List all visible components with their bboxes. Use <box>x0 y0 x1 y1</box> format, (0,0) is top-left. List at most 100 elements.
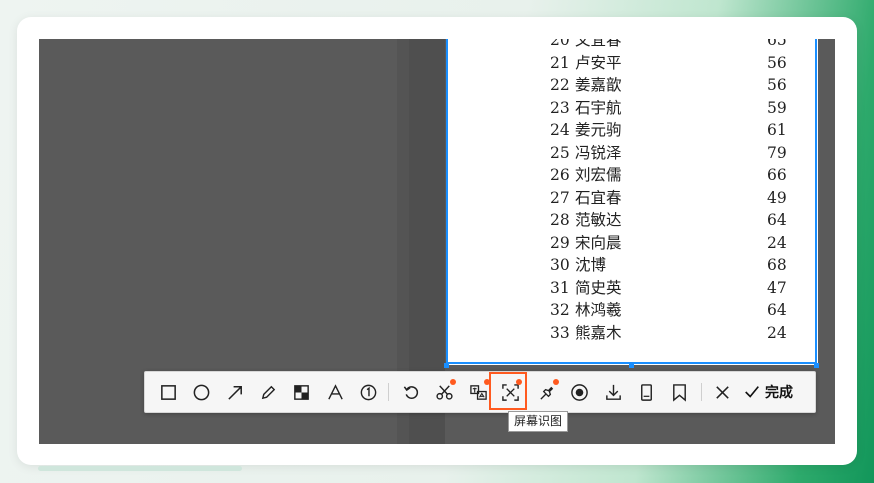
translate-button[interactable] <box>465 379 491 404</box>
translate-icon <box>469 384 487 400</box>
arrow-icon <box>227 385 242 400</box>
list-item: 30 沈博 68 <box>550 254 790 277</box>
record-icon <box>570 383 588 401</box>
ellipse-icon <box>193 384 209 400</box>
new-feature-dot <box>450 379 456 385</box>
row-score: 24 <box>767 323 787 342</box>
row-name: 姜嘉歆 <box>575 76 622 94</box>
long-screenshot-button[interactable] <box>633 380 659 404</box>
row-score: 64 <box>767 301 787 319</box>
new-feature-dot <box>516 379 522 385</box>
pin-icon <box>539 386 553 400</box>
row-score: 65 <box>767 39 787 49</box>
list-item: 23 石宇航 59 <box>550 97 790 120</box>
row-score: 59 <box>767 98 787 117</box>
row-score: 24 <box>767 233 787 252</box>
tooltip-text: 屏幕识图 <box>514 414 563 428</box>
number-marker-icon <box>360 384 376 400</box>
done-button[interactable]: 完成 <box>743 380 793 404</box>
row-score: 56 <box>767 76 787 94</box>
row-name: 宋向晨 <box>575 233 622 252</box>
screen-ocr-icon <box>501 383 519 401</box>
ellipse-tool-button[interactable] <box>188 380 214 404</box>
list-item: 27 石宜春 49 <box>550 187 790 210</box>
close-icon <box>715 385 729 399</box>
pencil-tool-button[interactable] <box>255 380 281 404</box>
row-num: 25 <box>550 143 570 162</box>
document-page: 20 文宜春 65 21 卢安平 56 22 姜嘉歆 56 23 石宇航 59 24 姜元驹 61 25 冯锐泽… <box>446 39 818 365</box>
row-score: 61 <box>767 121 787 139</box>
new-feature-dot <box>553 379 559 385</box>
list-item: 24 姜元驹 61 <box>550 119 790 142</box>
list-item: 29 宋向晨 24 <box>550 232 790 255</box>
download-button[interactable] <box>600 380 626 404</box>
selection-handle-bottom-right[interactable] <box>814 363 819 368</box>
mosaic-icon <box>293 384 309 400</box>
screen-ocr-button[interactable] <box>497 379 523 404</box>
toolbar-separator <box>388 383 389 401</box>
list-item: 22 姜嘉歆 56 <box>550 74 790 97</box>
mosaic-tool-button[interactable] <box>288 380 314 404</box>
pin-button[interactable] <box>534 379 560 404</box>
row-score: 66 <box>767 166 787 184</box>
row-name: 范敏达 <box>575 211 622 229</box>
score-list: 20 文宜春 65 21 卢安平 56 22 姜嘉歆 56 23 石宇航 59 24 姜元驹 61 25 冯锐泽… <box>550 39 790 344</box>
row-score: 68 <box>767 256 787 274</box>
arrow-tool-button[interactable] <box>222 380 248 404</box>
row-num: 29 <box>550 233 570 252</box>
row-score: 64 <box>767 211 787 229</box>
rectangle-icon <box>160 384 176 400</box>
selection-handle-bottom-left[interactable] <box>444 363 449 368</box>
screenshot-toolbar: 完成 <box>144 371 816 413</box>
row-num: 24 <box>550 121 570 139</box>
rectangle-tool-button[interactable] <box>155 380 181 404</box>
row-name: 卢安平 <box>575 53 622 72</box>
row-num: 20 <box>550 39 570 49</box>
row-num: 31 <box>550 278 570 297</box>
row-num: 27 <box>550 188 570 207</box>
download-icon <box>605 384 621 400</box>
row-name: 姜元驹 <box>575 121 622 139</box>
row-name: 石宜春 <box>575 188 622 207</box>
row-num: 32 <box>550 301 570 319</box>
long-screenshot-icon <box>640 383 652 401</box>
row-score: 47 <box>767 278 787 297</box>
checkmark-icon <box>745 386 759 398</box>
row-num: 26 <box>550 166 570 184</box>
row-num: 33 <box>550 323 570 342</box>
row-name: 石宇航 <box>575 98 622 117</box>
text-icon <box>327 383 343 399</box>
list-item: 32 林鸿羲 64 <box>550 299 790 322</box>
row-name: 刘宏儒 <box>575 166 622 184</box>
list-item: 33 熊嘉木 24 <box>550 322 790 345</box>
row-num: 22 <box>550 76 570 94</box>
row-num: 21 <box>550 53 570 72</box>
row-name: 熊嘉木 <box>575 323 622 342</box>
list-item: 20 文宜春 65 <box>550 39 790 52</box>
done-label: 完成 <box>765 385 793 401</box>
list-item: 26 刘宏儒 66 <box>550 164 790 187</box>
row-name: 简史英 <box>575 278 622 297</box>
list-item: 28 范敏达 64 <box>550 209 790 232</box>
undo-icon <box>403 385 418 399</box>
row-name: 冯锐泽 <box>575 143 622 162</box>
undo-button[interactable] <box>398 380 424 404</box>
row-name: 林鸿羲 <box>575 301 622 319</box>
cancel-button[interactable] <box>709 380 735 404</box>
scissors-button[interactable] <box>431 379 457 404</box>
row-num: 30 <box>550 256 570 274</box>
scissors-icon <box>435 384 453 400</box>
row-score: 56 <box>767 53 787 72</box>
toolbar-separator <box>701 383 702 401</box>
pencil-icon <box>261 385 275 399</box>
row-name: 沈博 <box>575 256 607 274</box>
selection-handle-bottom-middle[interactable] <box>629 363 634 368</box>
list-item: 31 简史英 47 <box>550 277 790 300</box>
list-item: 21 卢安平 56 <box>550 52 790 75</box>
tooltip: 屏幕识图 <box>508 411 569 432</box>
row-num: 23 <box>550 98 570 117</box>
text-tool-button[interactable] <box>322 380 348 404</box>
number-marker-tool-button[interactable] <box>355 380 381 404</box>
record-button[interactable] <box>566 380 592 404</box>
bookmark-button[interactable] <box>666 380 692 404</box>
